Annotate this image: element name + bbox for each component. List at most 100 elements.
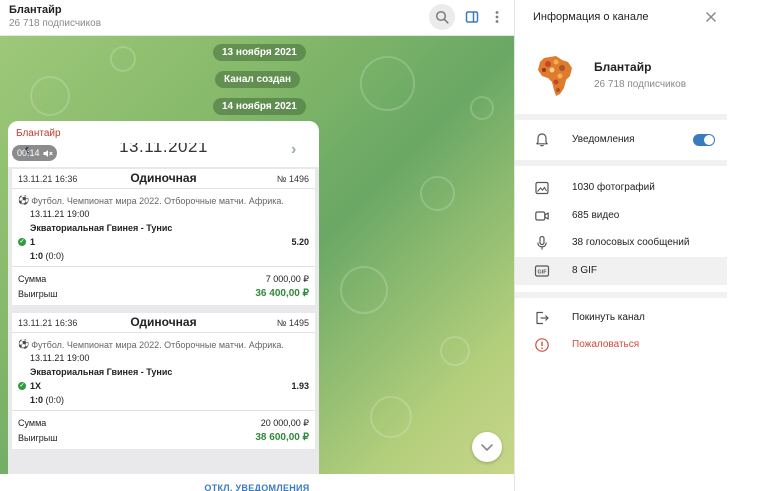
- service-message: Канал создан: [215, 71, 300, 88]
- gif-count: 8 GIF: [572, 265, 598, 276]
- message-video[interactable]: ‹ 13.11.2021 › 00:14 13.11.21 16:36 Один…: [8, 143, 319, 476]
- win-value: 36 400,00 ₽: [255, 288, 309, 299]
- chat-subtitle: 26 718 подписчиков: [9, 18, 102, 29]
- chevron-right-icon: ›: [291, 143, 297, 158]
- match-time: 13.11.21 19:00: [30, 353, 90, 363]
- scroll-to-bottom-button[interactable]: [472, 432, 502, 462]
- report-row[interactable]: Пожаловаться: [515, 331, 727, 359]
- sum-value: 20 000,00 ₽: [260, 418, 309, 428]
- bet-pick-value: 1X: [30, 381, 42, 391]
- chat-pane: Блантайр 26 718 подписчиков 13 ноября 20…: [0, 0, 514, 491]
- divider: [12, 410, 315, 411]
- video-icon: [535, 211, 549, 221]
- section-divider: [515, 292, 727, 298]
- chat-title[interactable]: Блантайр: [9, 4, 62, 16]
- sidebar-icon: [465, 11, 479, 23]
- africa-map-logo: [538, 56, 572, 96]
- ticket-type: Одиночная: [130, 171, 197, 185]
- section-divider: [515, 160, 727, 166]
- message-bubble[interactable]: Блантайр ‹ 13.11.2021 › 00:14 13.11.21 1…: [8, 121, 319, 476]
- message-author[interactable]: Блантайр: [16, 128, 61, 139]
- videos-count: 685 видео: [572, 210, 620, 221]
- channel-name: Блантайр: [594, 60, 652, 74]
- bet-pick: ✓ 1: [18, 237, 35, 247]
- report-icon: [535, 338, 549, 352]
- photo-icon: [535, 181, 549, 195]
- ticket-header: 13.11.21 16:36 Одиночная № 1496: [12, 169, 315, 189]
- media-gif-row[interactable]: GIF 8 GIF: [515, 257, 727, 285]
- divider: [12, 266, 315, 267]
- ticket-sport-text: Футбол. Чемпионат мира 2022. Отборочные …: [31, 195, 284, 206]
- check-icon: ✓: [18, 382, 26, 390]
- svg-text:GIF: GIF: [537, 270, 547, 276]
- toggle-sidebar-button[interactable]: [459, 4, 485, 30]
- bet-ticket: 13.11.21 16:36 Одиночная № 1496 ⚽ Футбол…: [12, 169, 315, 305]
- close-icon: [705, 11, 717, 23]
- bet-ticket: 13.11.21 16:36 Одиночная № 1495 ⚽ Футбол…: [12, 313, 315, 449]
- ticket-number: № 1495: [276, 318, 309, 328]
- ticket-sport: ⚽ Футбол. Чемпионат мира 2022. Отборочны…: [18, 195, 284, 206]
- close-button[interactable]: [703, 9, 719, 25]
- muted-speaker-icon: [43, 149, 53, 157]
- bet-odds: 1.93: [291, 381, 309, 391]
- gif-icon: GIF: [534, 265, 550, 277]
- bet-pick: ✓ 1X: [18, 381, 41, 391]
- notifications-toggle[interactable]: [693, 134, 715, 146]
- ticket-sport-text: Футбол. Чемпионат мира 2022. Отборочные …: [31, 339, 284, 350]
- match-score: 1:0 (0:0): [30, 395, 64, 405]
- match-name: Экваториальная Гвинея - Тунис: [30, 223, 173, 233]
- sum-value: 7 000,00 ₽: [265, 274, 309, 284]
- channel-info-panel: Информация о канале Блантайр 26 718 подп…: [514, 0, 763, 491]
- channel-avatar[interactable]: [530, 50, 580, 100]
- search-button[interactable]: [429, 4, 455, 30]
- match-score-main: 1:0: [30, 251, 44, 261]
- media-photos-row[interactable]: 1030 фотографий: [515, 174, 727, 202]
- chat-footer: ОТКЛ. УВЕДОМЛЕНИЯ: [0, 474, 514, 491]
- report-label: Пожаловаться: [572, 339, 640, 350]
- sum-label: Сумма: [18, 418, 47, 428]
- soccer-ball-icon: ⚽: [18, 339, 30, 349]
- bet-odds: 5.20: [291, 237, 309, 247]
- chat-header[interactable]: Блантайр 26 718 подписчиков: [0, 0, 514, 36]
- microphone-icon: [537, 235, 547, 250]
- match-score-extra: (0:0): [45, 251, 65, 261]
- section-divider: [515, 114, 727, 120]
- video-duration-badge[interactable]: 00:14: [12, 145, 57, 161]
- bell-icon: [536, 133, 548, 147]
- media-voice-row[interactable]: 38 голосовых сообщений: [515, 229, 727, 257]
- match-name: Экваториальная Гвинея - Тунис: [30, 367, 173, 377]
- ticket-header: 13.11.21 16:36 Одиночная № 1495: [12, 313, 315, 333]
- mute-notifications-button[interactable]: ОТКЛ. УВЕДОМЛЕНИЯ: [0, 483, 514, 491]
- check-icon: ✓: [18, 238, 26, 246]
- leave-icon: [536, 311, 549, 325]
- win-label: Выигрыш: [18, 289, 58, 299]
- leave-channel-row[interactable]: Покинуть канал: [515, 304, 727, 332]
- ticket-type: Одиночная: [130, 315, 197, 329]
- media-videos-row[interactable]: 685 видео: [515, 202, 727, 230]
- match-score-extra: (0:0): [45, 395, 65, 405]
- match-time: 13.11.21 19:00: [30, 209, 90, 219]
- notifications-row[interactable]: Уведомления: [515, 126, 727, 154]
- bet-pick-value: 1: [30, 237, 36, 247]
- more-vertical-icon: [495, 11, 499, 23]
- win-value: 38 600,00 ₽: [255, 432, 309, 443]
- leave-channel-label: Покинуть канал: [572, 312, 645, 323]
- voice-count: 38 голосовых сообщений: [572, 237, 690, 248]
- win-label: Выигрыш: [18, 433, 58, 443]
- sum-label: Сумма: [18, 274, 47, 284]
- soccer-ball-icon: ⚽: [18, 195, 30, 205]
- notifications-label: Уведомления: [572, 134, 635, 145]
- chevron-down-icon: [481, 443, 493, 451]
- ticket-sport: ⚽ Футбол. Чемпионат мира 2022. Отборочны…: [18, 339, 284, 350]
- match-score-main: 1:0: [30, 395, 44, 405]
- more-button[interactable]: [484, 4, 510, 30]
- search-icon: [435, 10, 449, 24]
- photos-count: 1030 фотографий: [572, 182, 655, 193]
- match-score: 1:0 (0:0): [30, 251, 64, 261]
- video-time: 00:14: [17, 148, 40, 158]
- channel-subscribers: 26 718 подписчиков: [594, 79, 687, 90]
- date-separator: 13 ноября 2021: [213, 44, 306, 61]
- date-separator: 14 ноября 2021: [213, 98, 306, 115]
- ticket-number: № 1496: [276, 174, 309, 184]
- panel-title: Информация о канале: [533, 11, 649, 23]
